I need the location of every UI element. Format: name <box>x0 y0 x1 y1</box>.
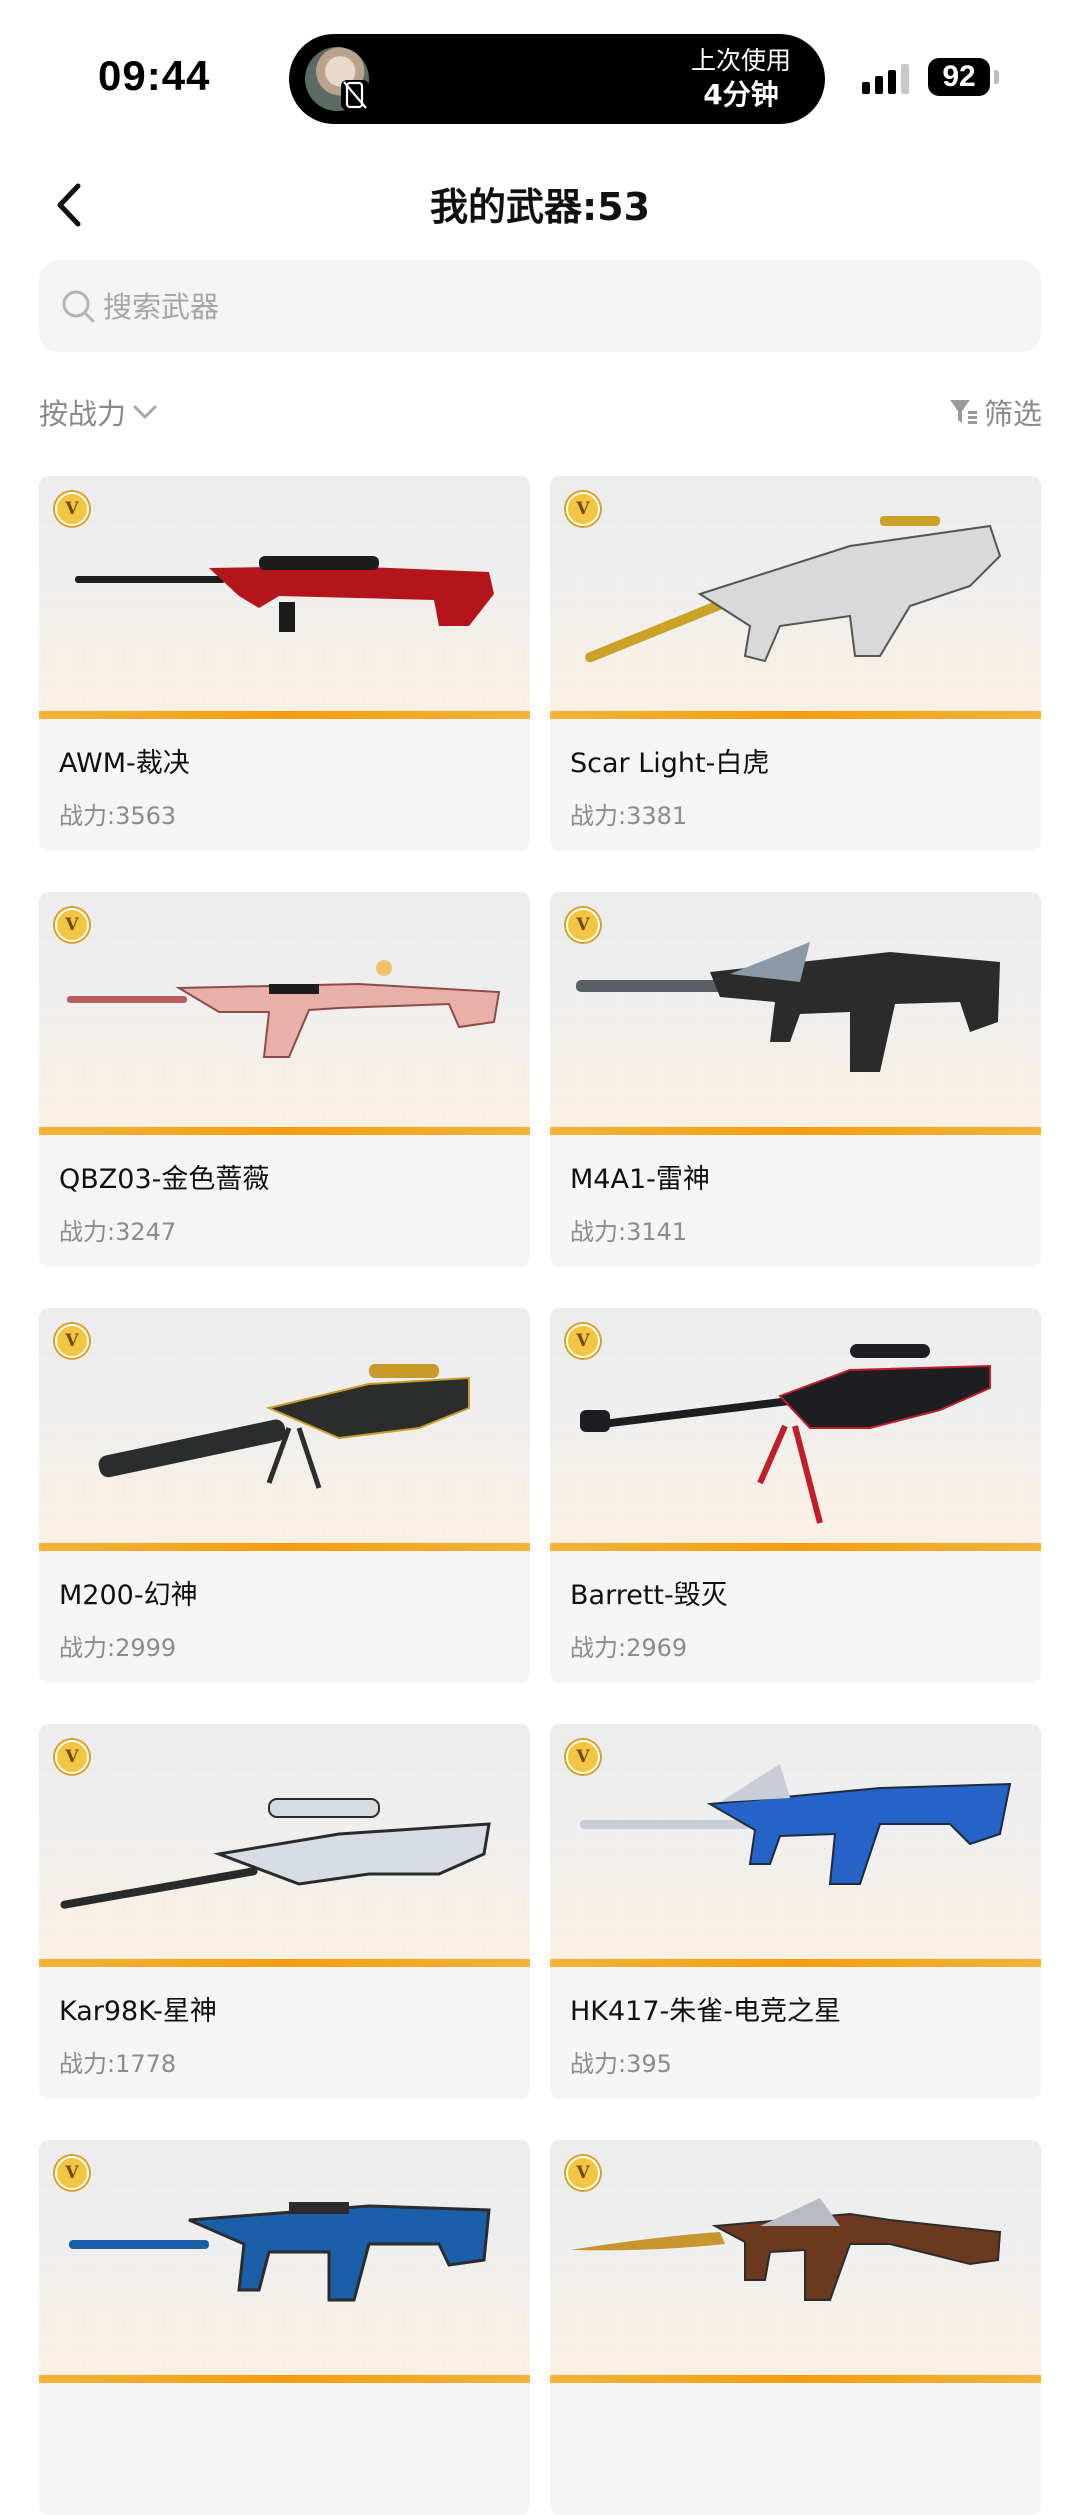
page-title: 我的武器:53 <box>429 185 651 229</box>
weapon-image-area: V <box>39 892 530 1135</box>
weapon-power: 战力:395 <box>570 2050 672 2078</box>
weapon-power: 战力:1778 <box>59 2050 177 2078</box>
search-input[interactable] <box>101 260 1005 354</box>
weapon-card[interactable]: V Kar98K-星神 战力:1778 <box>39 1724 530 2099</box>
weapon-image-area: V <box>550 1724 1041 1967</box>
weapon-image <box>75 556 494 632</box>
search-icon <box>62 290 95 323</box>
weapon-card[interactable]: V Scar Light-白虎 战力:3381 <box>550 476 1041 851</box>
weapon-card[interactable]: V AWM-裁决 战力:3563 <box>39 476 530 851</box>
weapon-name: M200-幻神 <box>59 1580 198 1611</box>
weapon-image-area: V <box>550 892 1041 1135</box>
weapon-image-area: V <box>39 1308 530 1551</box>
weapon-power: 战力:3247 <box>59 1218 177 1246</box>
weapon-image-area: V <box>550 1308 1041 1551</box>
dynamic-island[interactable]: 上次使用 4分钟 <box>289 34 825 124</box>
weapon-image <box>580 1344 991 1524</box>
weapon-card[interactable]: V M4A1-雷神 战力:3141 <box>550 892 1041 1267</box>
island-last-used: 上次使用 4分钟 <box>691 44 791 112</box>
phone-off-icon <box>341 80 369 110</box>
weapon-name: HK417-朱雀-电竞之星 <box>570 1996 842 2027</box>
weapon-card[interactable]: V <box>39 2140 530 2515</box>
vip-badge-icon: V <box>566 2156 600 2190</box>
search-bar[interactable] <box>39 260 1041 354</box>
battery-level: 92 <box>928 58 990 96</box>
island-line2: 4分钟 <box>703 78 779 111</box>
vip-badge-icon: V <box>55 1740 89 1774</box>
sort-label: 按战力 <box>39 397 127 431</box>
battery-icon <box>994 70 999 84</box>
vip-badge-icon: V <box>566 1740 600 1774</box>
weapon-name: Barrett-毁灭 <box>570 1580 728 1611</box>
chevron-down-icon <box>133 405 157 419</box>
weapon-image-area: V <box>550 476 1041 719</box>
weapon-power: 战力:2999 <box>59 1634 177 1662</box>
weapon-card[interactable]: V M200-幻神 战力:2999 <box>39 1308 530 1683</box>
signal-icon <box>862 64 909 94</box>
vip-badge-icon: V <box>55 2156 89 2190</box>
weapon-power: 战力:3381 <box>570 802 688 830</box>
sort-dropdown[interactable]: 按战力 <box>39 391 158 433</box>
weapon-name: QBZ03-金色蔷薇 <box>59 1164 270 1195</box>
weapon-power: 战力:2969 <box>570 1634 688 1662</box>
weapon-image <box>67 960 501 1058</box>
weapon-card[interactable]: V <box>550 2140 1041 2515</box>
island-line1: 上次使用 <box>690 46 791 75</box>
filter-label: 筛选 <box>983 397 1042 431</box>
weapon-image-area: V <box>39 476 530 719</box>
weapon-card[interactable]: V HK417-朱雀-电竞之星 战力:395 <box>550 1724 1041 2099</box>
weapon-name: AWM-裁决 <box>59 748 190 779</box>
vip-badge-icon: V <box>566 492 600 526</box>
vip-badge-icon: V <box>566 1324 600 1358</box>
vip-badge-icon: V <box>55 908 89 942</box>
weapon-name: Kar98K-星神 <box>59 1996 217 2027</box>
weapon-name: Scar Light-白虎 <box>570 748 770 779</box>
vip-badge-icon: V <box>55 1324 89 1358</box>
status-time: 09:44 <box>98 52 211 99</box>
vip-badge-icon: V <box>566 908 600 942</box>
weapon-image <box>576 942 1000 1072</box>
weapon-card[interactable]: V Barrett-毁灭 战力:2969 <box>550 1308 1041 1683</box>
filter-button[interactable]: 筛选 <box>948 391 1042 433</box>
weapon-image <box>60 1798 491 1909</box>
vip-badge-icon: V <box>55 492 89 526</box>
weapon-image <box>98 1364 470 1489</box>
weapon-image <box>585 516 1002 663</box>
weapon-image <box>580 1764 1012 1885</box>
weapon-image-area: V <box>39 1724 530 1967</box>
weapon-power: 战力:3563 <box>59 802 177 830</box>
weapon-name: M4A1-雷神 <box>570 1164 710 1195</box>
filter-icon <box>949 400 977 424</box>
weapon-card[interactable]: V QBZ03-金色蔷薇 战力:3247 <box>39 892 530 1267</box>
weapon-power: 战力:3141 <box>570 1218 688 1246</box>
